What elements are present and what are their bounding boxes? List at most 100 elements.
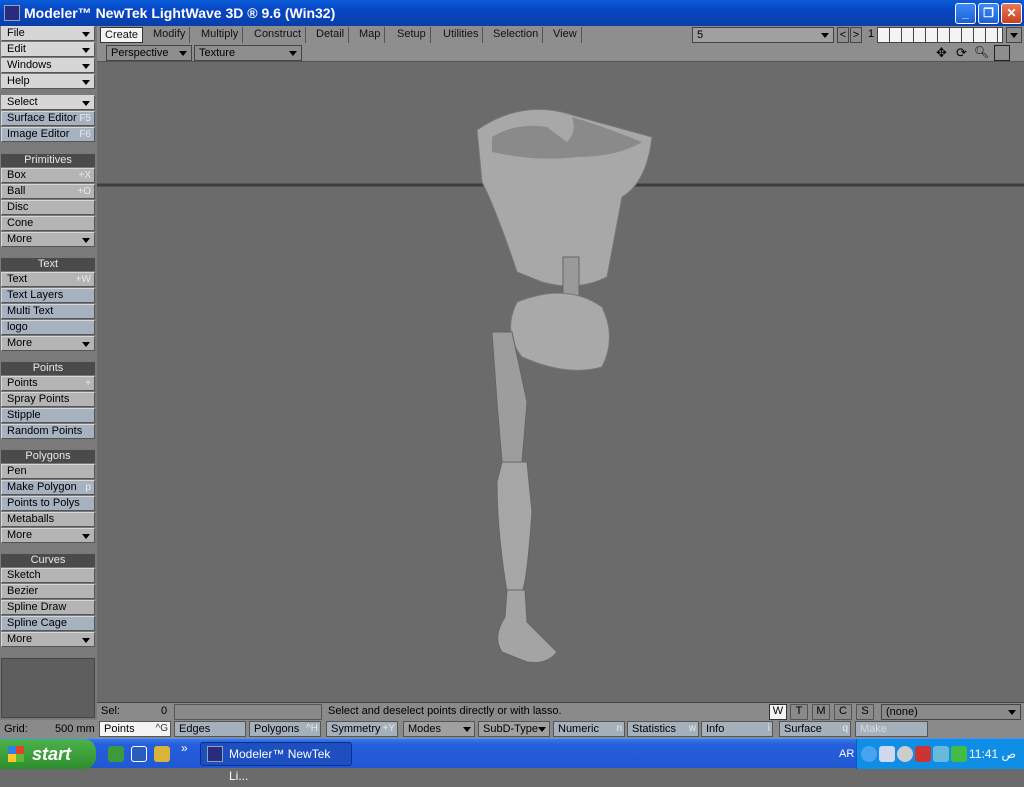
numeric-button[interactable]: Numeric n [553,721,625,737]
sel-value: 0 [161,705,168,717]
layer-buttons[interactable] [877,27,1003,43]
cone-button[interactable]: Cone [1,216,95,231]
restore-button[interactable]: ❐ [978,3,999,24]
text-more-button[interactable]: More [1,336,95,351]
tab-selection[interactable]: Selection [489,27,544,43]
points-mode-button[interactable]: Points ^G [99,721,171,737]
bezier-button[interactable]: Bezier [1,584,95,599]
tray-ring-icon[interactable] [933,746,949,762]
taskbar-modeler-button[interactable]: Modeler™ NewTek Li... [200,742,352,783]
utorrent-icon[interactable] [108,746,124,762]
sound-icon[interactable] [951,746,967,762]
texture-toggle[interactable]: T [790,704,808,720]
primitives-more-button[interactable]: More [1,232,95,247]
spray-points-button[interactable]: Spray Points [1,392,95,407]
symmetry-label: Symmetry [331,723,381,735]
info-button[interactable]: Info i [701,721,773,737]
tray-app-icon[interactable] [897,746,913,762]
surface-toggle[interactable]: S [856,704,874,720]
maximize-view-icon[interactable] [994,45,1010,61]
layer-select-value: 5 [697,29,704,41]
tab-setup[interactable]: Setup [393,27,431,43]
quicklaunch-icon[interactable] [154,746,170,762]
polygons-mode-button[interactable]: Polygons ^H [249,721,321,737]
view-mode-select[interactable]: Perspective [106,45,192,61]
tray-expand-icon[interactable] [861,746,877,762]
prev-layer-button[interactable]: < [837,27,849,43]
windows-menu-label: Windows [7,59,52,71]
material-toggle[interactable]: M [812,704,830,720]
next-layer-button[interactable]: > [850,27,862,43]
tab-create[interactable]: Create [100,27,144,43]
random-points-button[interactable]: Random Points [1,424,95,439]
edges-mode-button[interactable]: Edges [174,721,246,737]
stipple-button[interactable]: Stipple [1,408,95,423]
symmetry-button[interactable]: Symmetry +Y [326,721,398,737]
ball-label: Ball [7,185,26,197]
metaballs-button[interactable]: Metaballs [1,512,95,527]
help-menu[interactable]: Help [1,74,95,89]
network-icon[interactable] [879,746,895,762]
sketch-button[interactable]: Sketch [1,568,95,583]
make-polygon-button[interactable]: Make Polygon p [1,480,95,495]
ball-button[interactable]: Ball +O [1,184,95,199]
perspective-viewport[interactable] [97,62,1024,702]
start-label: start [32,744,72,764]
multi-text-button[interactable]: Multi Text [1,304,95,319]
spline-draw-button[interactable]: Spline Draw [1,600,95,615]
shading-select[interactable]: Texture [194,45,302,61]
primitives-header: Primitives [1,154,95,167]
modes-dropdown[interactable]: Modes [403,721,475,737]
chevron-down-icon [463,727,471,732]
sel-label: Sel: [101,705,120,717]
tab-detail[interactable]: Detail [312,27,350,43]
start-button[interactable]: start [0,739,96,769]
surface-button[interactable]: Surface q [779,721,851,737]
tab-utilities[interactable]: Utilities [439,27,484,43]
layer-select[interactable]: 5 [692,27,834,43]
points-button[interactable]: Points + [1,376,95,391]
tab-modify[interactable]: Modify [149,27,191,43]
disc-button[interactable]: Disc [1,200,95,215]
clock[interactable]: 11:41 ص [969,739,1016,769]
tab-map[interactable]: Map [355,27,386,43]
move-view-icon[interactable]: ✥ [933,45,950,61]
spline-cage-button[interactable]: Spline Cage [1,616,95,631]
curves-more-button[interactable]: More [1,632,95,647]
surface-editor-button[interactable]: Surface Editor F5 [1,111,95,126]
wireframe-toggle[interactable]: W [769,704,787,720]
chevron-down-icon [82,32,90,37]
statistics-button[interactable]: Statistics w [627,721,699,737]
surface-select[interactable]: (none) [881,704,1021,720]
color-toggle[interactable]: C [834,704,852,720]
edit-menu[interactable]: Edit [1,42,95,57]
rotate-view-icon[interactable]: ⟳ [953,45,970,61]
layer-dropdown[interactable] [1006,27,1022,43]
file-menu[interactable]: File [1,26,95,41]
image-editor-button[interactable]: Image Editor F6 [1,127,95,142]
tab-view[interactable]: View [549,27,582,43]
text-button[interactable]: Text +W [1,272,95,287]
windows-menu[interactable]: Windows [1,58,95,73]
tab-construct[interactable]: Construct [250,27,307,43]
media-player-icon[interactable] [131,746,147,762]
edges-mode-label: Edges [179,723,211,735]
chevron-right-icon[interactable]: » [181,741,188,755]
minimize-button[interactable]: _ [955,3,976,24]
zoom-view-icon[interactable]: 🔍︎ [973,45,990,61]
subd-type-dropdown[interactable]: SubD-Type [478,721,550,737]
box-button[interactable]: Box +X [1,168,95,183]
text-layers-button[interactable]: Text Layers [1,288,95,303]
select-menu[interactable]: Select [1,95,95,110]
points-to-polys-button[interactable]: Points to Polys [1,496,95,511]
shortcut-hint: ^G [155,723,168,734]
tab-multiply[interactable]: Multiply [197,27,244,43]
make-polygon-label: Make Polygon [7,481,77,493]
close-button[interactable]: ✕ [1001,3,1022,24]
language-indicator[interactable]: AR [839,739,854,769]
make-button[interactable]: Make [855,721,928,737]
polygons-more-button[interactable]: More [1,528,95,543]
logo-button[interactable]: logo [1,320,95,335]
security-icon[interactable] [915,746,931,762]
pen-button[interactable]: Pen [1,464,95,479]
